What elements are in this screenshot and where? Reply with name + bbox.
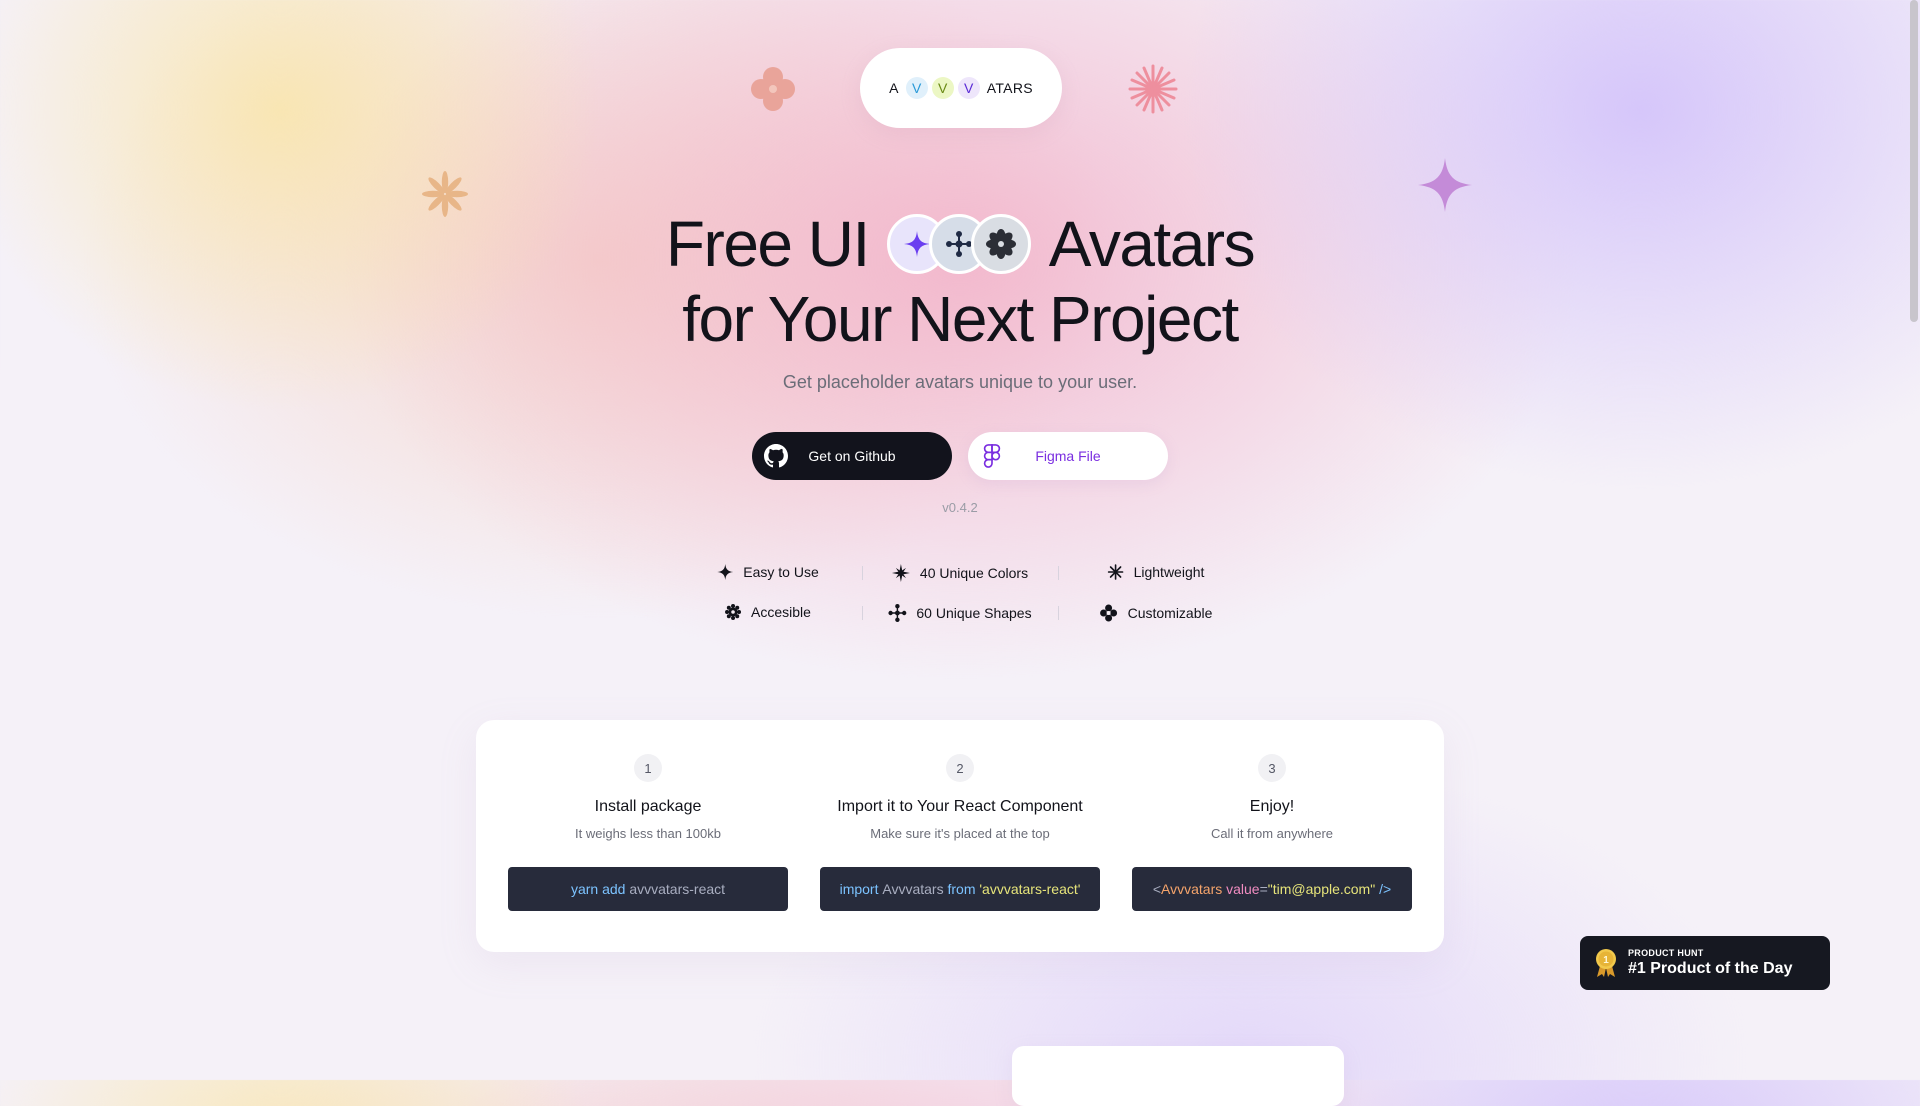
code-string: "tim@apple.com"	[1267, 881, 1376, 897]
scrollbar-thumb[interactable]	[1910, 0, 1918, 322]
step-number: 1	[634, 754, 662, 782]
step-number: 2	[946, 754, 974, 782]
step-description: It weighs less than 100kb	[575, 826, 721, 841]
step-title: Enjoy!	[1249, 798, 1295, 815]
product-of-the-day-label: #1 Product of the Day	[1628, 960, 1793, 977]
product-hunt-label: PRODUCT HUNT	[1628, 948, 1704, 958]
feature-label: Accesible	[751, 604, 811, 620]
step-title: Install package	[594, 798, 702, 815]
logo-letter-a: A	[889, 80, 899, 96]
code-attribute: value	[1226, 881, 1260, 897]
figma-file-label: Figma File	[1035, 448, 1101, 464]
get-on-github-label: Get on Github	[808, 448, 896, 464]
code-keyword: import	[839, 881, 879, 897]
logo-letter-v-green: V	[931, 77, 954, 99]
flower-icon	[985, 229, 1016, 259]
feature-accesible: Accesible	[725, 604, 811, 620]
code-snippet-import[interactable]: import Avvvatars from 'avvvatars-react'	[820, 867, 1100, 911]
star-burst-icon	[891, 564, 910, 582]
code-keyword: yarn add	[570, 881, 626, 897]
feature-divider	[1058, 566, 1059, 580]
feature-40-unique-colors: 40 Unique Colors	[891, 564, 1029, 582]
features-row-1: Easy to Use 40 Unique Colors Lightweight	[0, 558, 1920, 588]
logo-rest-text: ATARS	[986, 80, 1033, 96]
feature-label: 60 Unique Shapes	[916, 605, 1032, 621]
logo-letter-v-blue: V	[905, 77, 928, 99]
code-snippet-install[interactable]: yarn add avvvatars-react	[508, 867, 788, 911]
product-hunt-badge[interactable]: 1 PRODUCT HUNT #1 Product of the Day	[1580, 936, 1830, 990]
feature-label: Customizable	[1127, 605, 1213, 621]
figma-icon	[980, 444, 1004, 468]
step-1: 1 Install package It weighs less than 10…	[508, 720, 788, 911]
network-icon	[945, 231, 972, 257]
sparkle-icon	[717, 564, 734, 580]
hero-avatar-stack	[886, 214, 1031, 274]
figma-file-button[interactable]: Figma File	[968, 432, 1168, 480]
step-2: 2 Import it to Your React Component Make…	[820, 720, 1100, 911]
gear-flower-icon	[725, 604, 742, 620]
hero-subtitle: Get placeholder avatars unique to your u…	[782, 372, 1138, 392]
step-description: Call it from anywhere	[1210, 826, 1334, 841]
hero-title-line-1: Free UI Avatars	[0, 208, 1920, 280]
features-row-2: Accesible 60 Unique Shapes Customizable	[0, 598, 1920, 628]
feature-easy-to-use: Easy to Use	[717, 564, 819, 580]
clover-decoration-icon	[751, 67, 795, 111]
next-section-card	[1012, 1046, 1344, 1106]
medal-icon: 1	[1596, 949, 1616, 977]
feature-label: 40 Unique Colors	[919, 565, 1029, 581]
feature-lightweight: Lightweight	[1107, 564, 1205, 580]
flower-avatar	[970, 214, 1031, 274]
version-label: v0.4.2	[942, 500, 978, 515]
step-3: 3 Enjoy! Call it from anywhere < Avvvatar…	[1132, 720, 1412, 911]
hero-title-part-1: Free UI	[665, 208, 870, 280]
code-identifier: Avvvatars	[882, 881, 944, 897]
hero-title-part-2: Avatars	[1048, 208, 1256, 280]
feature-customizable: Customizable	[1100, 604, 1213, 622]
code-punct: <	[1152, 881, 1162, 897]
avvvatars-logo[interactable]: A V V V ATARS	[860, 48, 1062, 128]
code-string: 'avvvatars-react'	[979, 881, 1081, 897]
asterisk-icon	[1107, 564, 1124, 580]
step-title: Import it to Your React Component	[837, 798, 1083, 815]
code-package: avvvatars-react	[629, 881, 726, 897]
four-point-star-decoration-icon	[1418, 158, 1472, 212]
feature-divider	[862, 566, 863, 580]
network-icon	[888, 604, 907, 622]
step-number: 3	[1258, 754, 1286, 782]
feature-divider	[1058, 606, 1059, 620]
feature-divider	[862, 606, 863, 620]
sparkle-icon	[903, 231, 930, 257]
svg-text:1: 1	[1603, 955, 1609, 966]
code-tag: Avvvatars	[1161, 881, 1223, 897]
github-icon	[764, 444, 788, 468]
step-description: Make sure it's placed at the top	[870, 826, 1050, 841]
feature-60-unique-shapes: 60 Unique Shapes	[888, 604, 1032, 622]
sunburst-decoration-icon	[1128, 64, 1178, 114]
install-steps-card: 1 Install package It weighs less than 10…	[476, 720, 1444, 952]
code-keyword: from	[947, 881, 976, 897]
hero-title-line-2: for Your Next Project	[682, 283, 1239, 355]
code-punct: =	[1259, 881, 1268, 897]
clover-icon	[1100, 604, 1118, 622]
code-snippet-usage[interactable]: < Avvvatars value = "tim@apple.com" />	[1132, 867, 1412, 911]
page-scrollbar[interactable]	[1906, 0, 1920, 1080]
feature-label: Lightweight	[1133, 564, 1205, 580]
feature-label: Easy to Use	[743, 564, 819, 580]
get-on-github-button[interactable]: Get on Github	[752, 432, 952, 480]
logo-letter-v-purple: V	[957, 77, 980, 99]
code-punct: />	[1379, 881, 1392, 897]
